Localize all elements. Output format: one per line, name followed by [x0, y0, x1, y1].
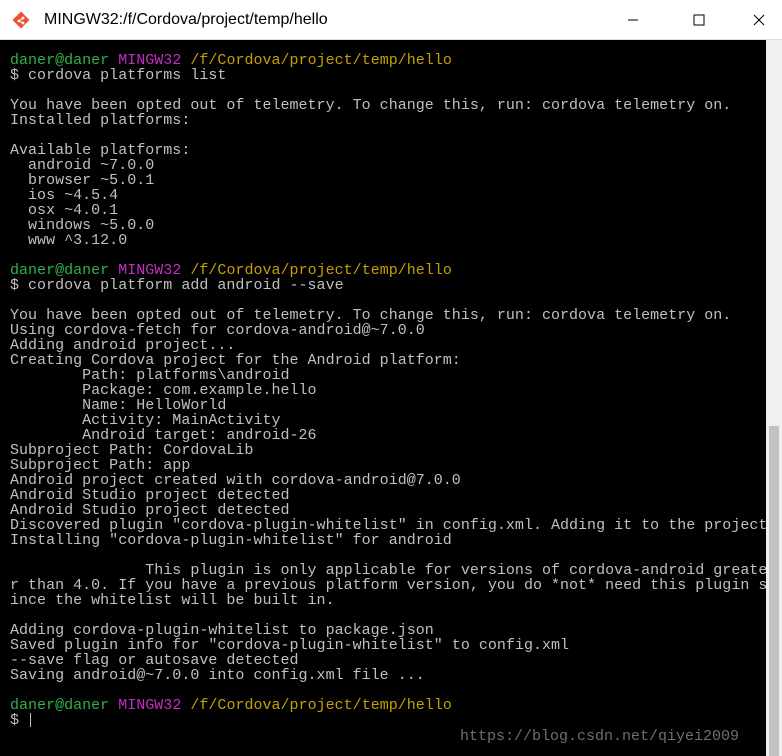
minimize-button[interactable] [610, 0, 656, 40]
output-line: You have been opted out of telemetry. To… [10, 307, 732, 324]
output-line: Android Studio project detected [10, 487, 290, 504]
output-line [10, 548, 766, 563]
window-title: MINGW32:/f/Cordova/project/temp/hello [44, 11, 328, 28]
output-line [10, 83, 766, 98]
terminal-lines: daner@daner MINGW32 /f/Cordova/project/t… [10, 53, 766, 728]
output-line: Saving android@~7.0.0 into config.xml fi… [10, 667, 425, 684]
output-line [10, 608, 766, 623]
output-line: Creating Cordova project for the Android… [10, 352, 461, 369]
watermark-text: https://blog.csdn.net/qiyei2009 [460, 728, 740, 745]
output-line: This plugin is only applicable for versi… [10, 562, 766, 579]
output-line: windows ~5.0.0 [10, 217, 155, 234]
output-line: Activity: MainActivity [10, 412, 281, 429]
text-cursor [30, 713, 32, 728]
output-line: browser ~5.0.1 [10, 172, 155, 189]
output-line: android ~7.0.0 [10, 157, 155, 174]
output-line: Saved plugin info for "cordova-plugin-wh… [10, 637, 570, 654]
output-line [10, 128, 766, 143]
prompt-system: MINGW32 [118, 697, 182, 714]
output-line: Discovered plugin "cordova-plugin-whitel… [10, 517, 766, 534]
output-line: ios ~4.5.4 [10, 187, 119, 204]
output-line: Available platforms: [10, 142, 191, 159]
close-icon [753, 14, 765, 26]
input-prompt: $ [10, 712, 29, 729]
command-input-line[interactable]: $ [10, 713, 766, 728]
output-line [10, 293, 766, 308]
maximize-icon [693, 14, 705, 26]
output-line: Using cordova-fetch for cordova-android@… [10, 322, 425, 339]
output-line: osx ~4.0.1 [10, 202, 119, 219]
output-line: Android Studio project detected [10, 502, 290, 519]
prompt-path: /f/Cordova/project/temp/hello [190, 52, 452, 69]
terminal-window: MINGW32:/f/Cordova/project/temp/hello da… [0, 0, 782, 756]
minimize-icon [628, 19, 638, 21]
terminal-output[interactable]: daner@daner MINGW32 /f/Cordova/project/t… [0, 40, 766, 756]
output-line: Subproject Path: app [10, 457, 191, 474]
output-line: $ cordova platform add android --save [10, 277, 344, 294]
output-line: r than 4.0. If you have a previous platf… [10, 577, 766, 594]
output-line: --save flag or autosave detected [10, 652, 299, 669]
output-line: Android target: android-26 [10, 427, 317, 444]
close-button[interactable] [736, 0, 782, 40]
output-line [10, 683, 766, 698]
output-line: Adding cordova-plugin-whitelist to packa… [10, 622, 434, 639]
output-line: $ cordova platforms list [10, 67, 227, 84]
git-bash-icon[interactable] [12, 11, 30, 29]
output-line: Subproject Path: CordovaLib [10, 442, 254, 459]
output-line: Installing "cordova-plugin-whitelist" fo… [10, 532, 452, 549]
output-line [10, 248, 766, 263]
prompt-line: daner@daner MINGW32 /f/Cordova/project/t… [10, 263, 766, 278]
output-line: www ^3.12.0 [10, 232, 128, 249]
title-bar[interactable]: MINGW32:/f/Cordova/project/temp/hello [0, 0, 782, 40]
prompt-path: /f/Cordova/project/temp/hello [190, 697, 452, 714]
prompt-line: daner@daner MINGW32 /f/Cordova/project/t… [10, 53, 766, 68]
vertical-scrollbar[interactable] [766, 40, 782, 756]
scrollbar-thumb[interactable] [769, 426, 779, 756]
output-line: Name: HelloWorld [10, 397, 227, 414]
maximize-button[interactable] [676, 0, 722, 40]
output-line: Android project created with cordova-and… [10, 472, 461, 489]
output-line: Adding android project... [10, 337, 236, 354]
output-line: Installed platforms: [10, 112, 191, 129]
output-line: Package: com.example.hello [10, 382, 317, 399]
output-line: You have been opted out of telemetry. To… [10, 97, 732, 114]
prompt-line: daner@daner MINGW32 /f/Cordova/project/t… [10, 698, 766, 713]
output-line: ince the whitelist will be built in. [10, 592, 335, 609]
output-line: Path: platforms\android [10, 367, 290, 384]
